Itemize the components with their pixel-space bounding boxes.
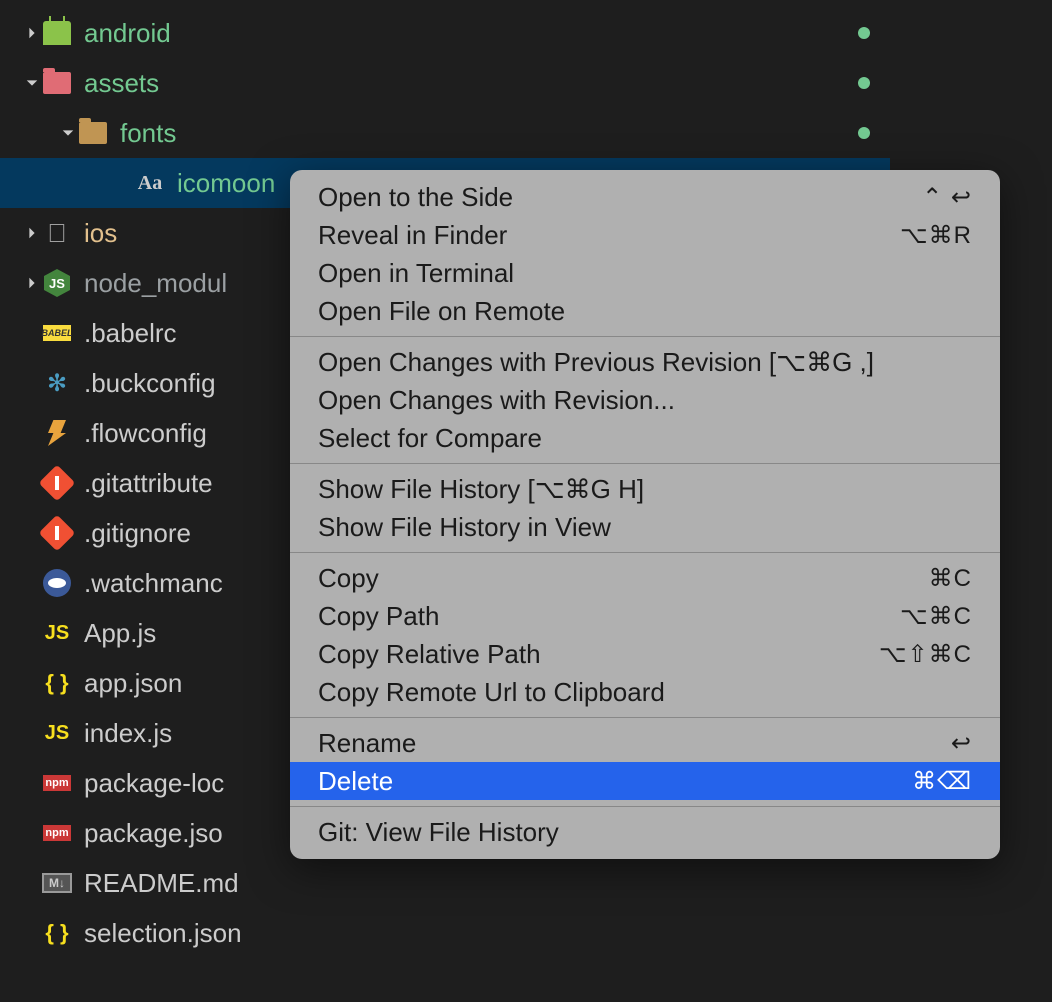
menu-item-label: Delete: [318, 766, 393, 797]
tree-item-label: .flowconfig: [84, 418, 207, 449]
tree-item-readmemd[interactable]: M↓ README.md: [0, 858, 890, 908]
menu-item-shortcut: ⌘C: [929, 564, 972, 593]
git-icon: [42, 518, 72, 548]
apple-icon: : [42, 218, 72, 248]
tree-item-label: index.js: [84, 718, 172, 749]
menu-item-git-view-file-history[interactable]: Git: View File History: [290, 813, 1000, 851]
tree-item-label: ios: [84, 218, 117, 249]
menu-item-rename[interactable]: Rename ↩: [290, 724, 1000, 762]
menu-item-label: Show File History [⌥⌘G H]: [318, 474, 644, 505]
menu-item-label: Open in Terminal: [318, 258, 514, 289]
menu-item-label: Rename: [318, 728, 416, 759]
menu-item-label: Copy Relative Path: [318, 639, 541, 670]
menu-separator: [290, 336, 1000, 337]
menu-separator: [290, 463, 1000, 464]
menu-separator: [290, 552, 1000, 553]
font-icon: Aa: [135, 168, 165, 198]
menu-item-delete[interactable]: Delete ⌘⌫: [290, 762, 1000, 800]
menu-item-open-changes-with-previous-revision-g[interactable]: Open Changes with Previous Revision [⌥⌘G…: [290, 343, 1000, 381]
menu-item-label: Open File on Remote: [318, 296, 565, 327]
js-icon: JS: [42, 618, 72, 648]
npm-icon: npm: [42, 768, 72, 798]
menu-item-label: Copy: [318, 563, 379, 594]
tree-item-label: icomoon: [177, 168, 275, 199]
tree-item-assets[interactable]: assets: [0, 58, 890, 108]
menu-item-label: Reveal in Finder: [318, 220, 507, 251]
git-modified-dot-icon: [858, 27, 870, 39]
tree-item-label: package.jso: [84, 818, 223, 849]
menu-item-select-for-compare[interactable]: Select for Compare: [290, 419, 1000, 457]
buck-icon: ✻: [42, 368, 72, 398]
git-modified-dot-icon: [858, 77, 870, 89]
tree-item-label: App.js: [84, 618, 156, 649]
chevron-right-icon[interactable]: [22, 26, 42, 40]
tree-item-label: .gitattribute: [84, 468, 213, 499]
menu-item-shortcut: ⌘⌫: [912, 767, 972, 796]
menu-item-label: Open Changes with Previous Revision [⌥⌘G…: [318, 347, 874, 378]
menu-item-shortcut: ↩: [951, 729, 972, 758]
npm-icon: npm: [42, 818, 72, 848]
menu-item-copy-relative-path[interactable]: Copy Relative Path ⌥⇧⌘C: [290, 635, 1000, 673]
tree-item-label: app.json: [84, 668, 182, 699]
chevron-down-icon[interactable]: [58, 126, 78, 140]
menu-item-copy-remote-url-to-clipboard[interactable]: Copy Remote Url to Clipboard: [290, 673, 1000, 711]
tree-item-android[interactable]: android: [0, 8, 890, 58]
menu-item-reveal-in-finder[interactable]: Reveal in Finder ⌥⌘R: [290, 216, 1000, 254]
menu-item-open-in-terminal[interactable]: Open in Terminal: [290, 254, 1000, 292]
git-icon: [42, 468, 72, 498]
tree-item-label: assets: [84, 68, 159, 99]
tree-item-label: .buckconfig: [84, 368, 216, 399]
flow-icon: [42, 418, 72, 448]
tree-item-fonts[interactable]: fonts: [0, 108, 890, 158]
chevron-down-icon[interactable]: [22, 76, 42, 90]
nodejs-icon: JS: [42, 268, 72, 298]
menu-item-label: Git: View File History: [318, 817, 559, 848]
md-icon: M↓: [42, 868, 72, 898]
menu-separator: [290, 717, 1000, 718]
chevron-right-icon[interactable]: [22, 276, 42, 290]
menu-item-label: Copy Path: [318, 601, 439, 632]
tree-item-label: README.md: [84, 868, 239, 899]
menu-item-show-file-history-g-h[interactable]: Show File History [⌥⌘G H]: [290, 470, 1000, 508]
menu-item-show-file-history-in-view[interactable]: Show File History in View: [290, 508, 1000, 546]
tree-item-label: package-loc: [84, 768, 224, 799]
menu-item-label: Open to the Side: [318, 182, 513, 213]
menu-item-label: Show File History in View: [318, 512, 611, 543]
menu-item-label: Open Changes with Revision...: [318, 385, 675, 416]
tree-item-label: selection.json: [84, 918, 242, 949]
folder-red-icon: [42, 68, 72, 98]
js-icon: JS: [42, 718, 72, 748]
eye-icon: [42, 568, 72, 598]
tree-item-selectionjson[interactable]: { } selection.json: [0, 908, 890, 958]
babel-icon: BABEL: [42, 318, 72, 348]
tree-item-label: node_modul: [84, 268, 227, 299]
json-icon: { }: [42, 918, 72, 948]
menu-item-label: Copy Remote Url to Clipboard: [318, 677, 665, 708]
tree-item-label: .babelrc: [84, 318, 177, 349]
tree-item-label: fonts: [120, 118, 176, 149]
menu-item-copy[interactable]: Copy ⌘C: [290, 559, 1000, 597]
folder-icon: [78, 118, 108, 148]
android-icon: [42, 18, 72, 48]
json-icon: { }: [42, 668, 72, 698]
menu-item-label: Select for Compare: [318, 423, 542, 454]
git-modified-dot-icon: [858, 127, 870, 139]
menu-item-shortcut: ⌥⇧⌘C: [879, 640, 972, 669]
menu-item-shortcut: ⌥⌘R: [900, 221, 972, 250]
tree-item-label: android: [84, 18, 171, 49]
tree-item-label: .watchmanc: [84, 568, 223, 599]
menu-item-open-file-on-remote[interactable]: Open File on Remote: [290, 292, 1000, 330]
chevron-right-icon[interactable]: [22, 226, 42, 240]
context-menu: Open to the Side ⌃ ↩ Reveal in Finder ⌥⌘R Op…: [290, 170, 1000, 859]
menu-separator: [290, 806, 1000, 807]
menu-item-open-to-the-side[interactable]: Open to the Side ⌃ ↩: [290, 178, 1000, 216]
menu-item-copy-path[interactable]: Copy Path ⌥⌘C: [290, 597, 1000, 635]
menu-item-shortcut: ⌥⌘C: [900, 602, 972, 631]
tree-item-label: .gitignore: [84, 518, 191, 549]
menu-item-open-changes-with-revision[interactable]: Open Changes with Revision...: [290, 381, 1000, 419]
menu-item-shortcut: ⌃ ↩: [922, 183, 972, 212]
